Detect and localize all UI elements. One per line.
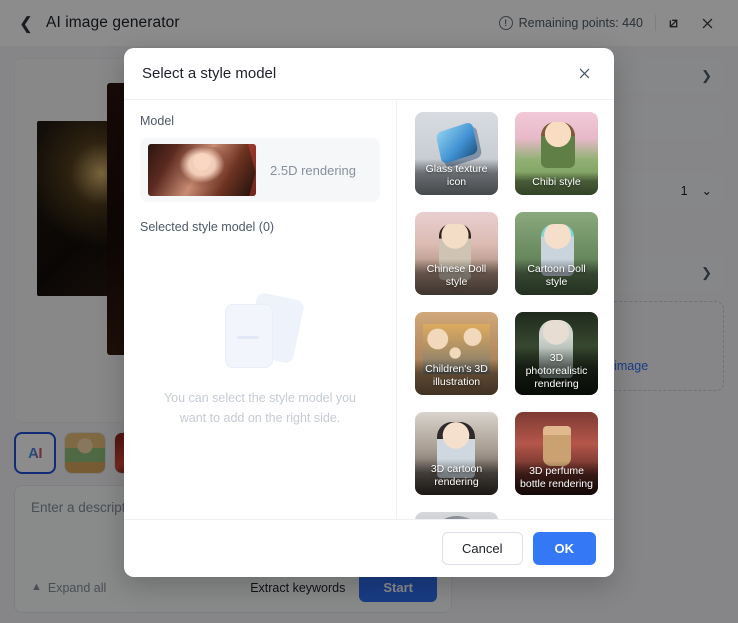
selected-models-panel: Model 2.5D rendering Selected style mode… xyxy=(124,100,397,519)
style-card-label: Chinese Doll style xyxy=(415,259,498,295)
style-card-3d-cartoon-rendering[interactable]: 3D cartoon rendering xyxy=(415,412,498,495)
style-card-3d-perfume-bottle-rendering[interactable]: 3D perfume bottle rendering xyxy=(515,412,598,495)
style-card-label: Glass texture icon xyxy=(415,159,498,195)
style-card-cartoon-doll-style[interactable]: Cartoon Doll style xyxy=(515,212,598,295)
close-icon[interactable] xyxy=(572,62,596,86)
style-card-chinese-doll-style[interactable]: Chinese Doll style xyxy=(415,212,498,295)
empty-state: You can select the style model you want … xyxy=(140,234,380,509)
dialog-title: Select a style model xyxy=(142,65,277,82)
style-card-label: Cartoon Doll style xyxy=(515,259,598,295)
model-field-label: Model xyxy=(140,114,175,128)
dialog-footer: Cancel OK xyxy=(124,519,614,577)
style-card-childrens-3d-illustration[interactable]: Children's 3D illustration xyxy=(415,312,498,395)
style-model-gallery[interactable]: Glass texture icon Chibi style Chinese D… xyxy=(397,100,614,519)
current-model-card[interactable]: 2.5D rendering xyxy=(140,138,380,202)
stacked-cards-dash xyxy=(237,335,259,339)
style-card-art xyxy=(541,122,575,168)
style-model-dialog: Select a style model Model 2.5D renderin… xyxy=(124,48,614,577)
style-card-partial[interactable] xyxy=(415,512,498,519)
selected-style-model-count: Selected style model (0) xyxy=(140,220,275,234)
model-name: 2.5D rendering xyxy=(270,162,356,178)
dialog-header: Select a style model xyxy=(124,48,614,99)
style-card-glass-texture-icon[interactable]: Glass texture icon xyxy=(415,112,498,195)
style-card-label: 3D perfume bottle rendering xyxy=(515,461,598,495)
style-model-grid: Glass texture icon Chibi style Chinese D… xyxy=(415,112,614,519)
stacked-cards-icon xyxy=(217,291,306,372)
style-card-3d-photorealistic-rendering[interactable]: 3D photorealistic rendering xyxy=(515,312,598,395)
style-card-art xyxy=(543,426,571,466)
style-card-art xyxy=(433,516,481,519)
style-card-chibi-style[interactable]: Chibi style xyxy=(515,112,598,195)
style-card-label: Children's 3D illustration xyxy=(415,359,498,395)
style-card-label: 3D photorealistic rendering xyxy=(515,348,598,395)
style-card-label: Chibi style xyxy=(515,172,598,195)
dialog-body: Model 2.5D rendering Selected style mode… xyxy=(124,99,614,519)
ok-button[interactable]: OK xyxy=(532,532,596,565)
model-thumbnail xyxy=(148,144,256,196)
cancel-button[interactable]: Cancel xyxy=(442,532,523,565)
empty-state-text: You can select the style model you want … xyxy=(163,390,357,425)
style-card-label: 3D cartoon rendering xyxy=(415,459,498,495)
